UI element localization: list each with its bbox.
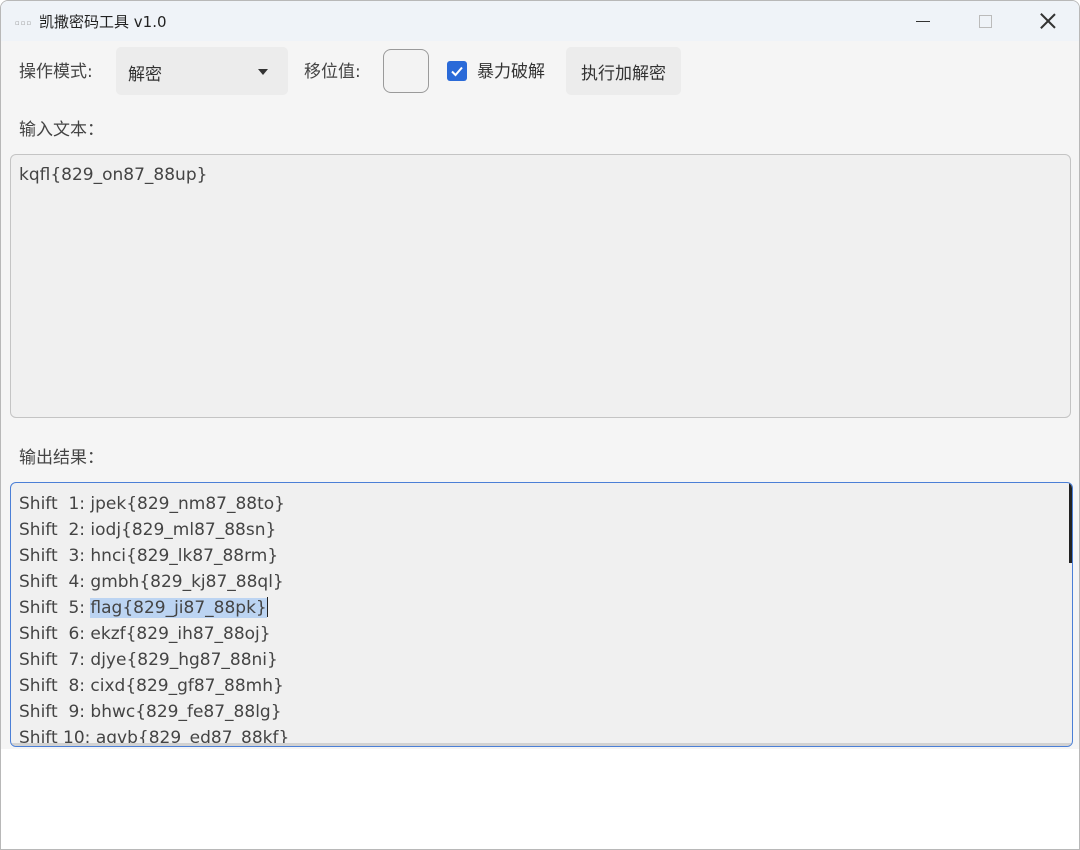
minimize-icon (916, 20, 930, 22)
output-line-prefix: Shift 7: (19, 650, 91, 670)
output-textarea[interactable]: Shift 1: jpek{829_nm87_88to} Shift 2: iod… (10, 482, 1073, 747)
input-textarea[interactable]: kqfl{829_on87_88up} (10, 154, 1071, 418)
checkmark-icon (451, 66, 463, 77)
output-line: Shift 5: flag{829_ji87_88pk} (19, 595, 289, 621)
output-line: Shift 8: cixd{829_gf87_88mh} (19, 673, 289, 699)
output-line-prefix: Shift 9: (19, 702, 91, 722)
output-line: Shift 7: djye{829_hg87_88ni} (19, 647, 289, 673)
output-line-text: iodj{829_ml87_88sn} (90, 520, 277, 540)
output-line-prefix: Shift 3: (19, 546, 91, 566)
mode-label: 操作模式: (19, 62, 93, 82)
output-line: Shift 3: hnci{829_lk87_88rm} (19, 543, 289, 569)
output-line-text: cixd{829_gf87_88mh} (90, 676, 284, 696)
shift-label: 移位值: (304, 62, 361, 82)
output-line-text: gmbh{829_kj87_88ql} (90, 572, 284, 592)
output-line-text: djye{829_hg87_88ni} (90, 650, 278, 670)
title-bar[interactable]: ▫▫▫ 凯撒密码工具 v1.0 (1, 1, 1079, 41)
text-caret (266, 597, 268, 617)
output-line-text: hnci{829_lk87_88rm} (90, 546, 279, 566)
output-line: Shift 1: jpek{829_nm87_88to} (19, 491, 289, 517)
output-line-prefix: Shift 4: (19, 572, 91, 592)
app-window: ▫▫▫ 凯撒密码工具 v1.0 操作模式: 解密 移位值: 暴力破解 执行加解密… (0, 0, 1080, 850)
output-line: Shift 6: ekzf{829_ih87_88oj} (19, 621, 289, 647)
output-line: Shift 9: bhwc{829_fe87_88lg} (19, 699, 289, 725)
input-label: 输入文本： (19, 120, 104, 140)
brute-force-checkbox[interactable] (447, 61, 467, 81)
output-lines: Shift 1: jpek{829_nm87_88to} Shift 2: iod… (19, 491, 289, 746)
minimize-button[interactable] (892, 1, 954, 41)
output-label: 输出结果： (19, 448, 104, 468)
output-line-prefix: Shift 5: (19, 598, 91, 618)
app-icon: ▫▫▫ (15, 19, 33, 27)
output-line-prefix: Shift 1: (19, 494, 91, 514)
main-content: 操作模式: 解密 移位值: 暴力破解 执行加解密 输入文本： kqfl{829_… (1, 41, 1079, 749)
horizontal-scrollbar[interactable] (11, 743, 1072, 746)
output-line-prefix: Shift 6: (19, 624, 91, 644)
output-line-text: flag{829_ji87_88pk} (90, 598, 267, 618)
shift-input[interactable] (383, 49, 429, 93)
output-line: Shift 2: iodj{829_ml87_88sn} (19, 517, 289, 543)
window-title: 凯撒密码工具 v1.0 (39, 13, 167, 31)
output-line-text: ekzf{829_ih87_88oj} (90, 624, 271, 644)
close-icon (1040, 13, 1056, 29)
chevron-down-icon (258, 69, 268, 75)
mode-combobox[interactable]: 解密 (116, 47, 288, 95)
brute-force-label[interactable]: 暴力破解 (477, 57, 545, 82)
maximize-button[interactable] (954, 1, 1016, 41)
close-button[interactable] (1017, 1, 1079, 41)
mode-selected-value: 解密 (128, 65, 162, 85)
output-line-prefix: Shift 2: (19, 520, 91, 540)
maximize-icon (978, 14, 992, 28)
output-line: Shift 4: gmbh{829_kj87_88ql} (19, 569, 289, 595)
vertical-scrollbar[interactable] (1069, 483, 1072, 563)
empty-panel (1, 749, 1079, 849)
output-line-text: jpek{829_nm87_88to} (90, 494, 285, 514)
output-line-text: bhwc{829_fe87_88lg} (90, 702, 282, 722)
output-line-prefix: Shift 8: (19, 676, 91, 696)
execute-button[interactable]: 执行加解密 (566, 47, 681, 95)
